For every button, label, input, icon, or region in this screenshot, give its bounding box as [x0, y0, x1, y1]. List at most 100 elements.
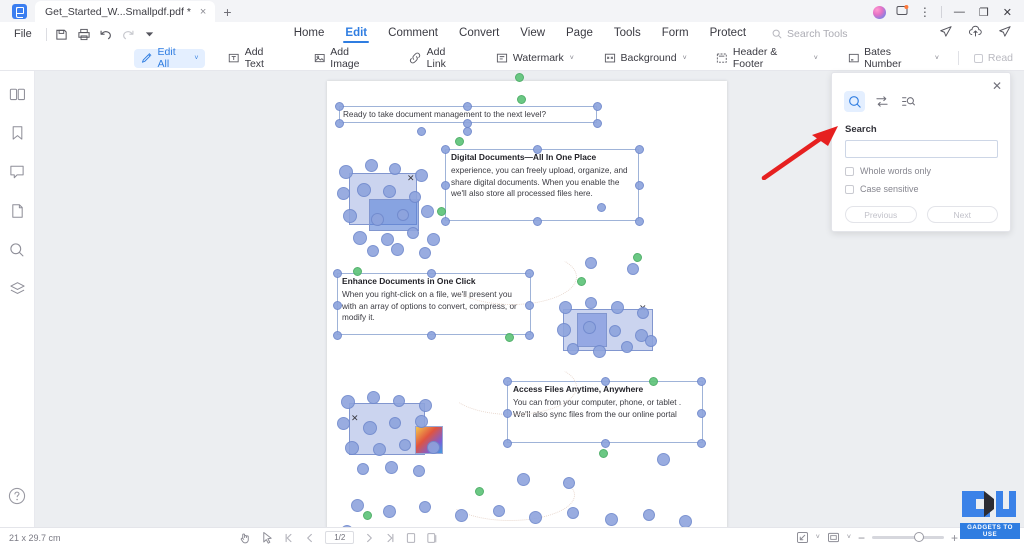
print-icon[interactable] — [73, 25, 95, 43]
selection-handle[interactable] — [525, 331, 534, 340]
anchor-point[interactable] — [567, 343, 579, 355]
chevron-down-icon[interactable]: ˅ — [816, 534, 820, 541]
fit-page-icon[interactable] — [796, 531, 809, 544]
page-number-input[interactable]: 1/2 — [325, 531, 355, 544]
anchor-point[interactable] — [371, 213, 384, 226]
search-input[interactable] — [845, 140, 998, 158]
zoom-slider[interactable] — [871, 532, 944, 542]
block-title[interactable]: Digital Documents—All In One Place — [451, 152, 639, 164]
rotate-handle[interactable] — [515, 73, 524, 82]
selection-handle[interactable] — [335, 102, 344, 111]
send-icon[interactable] — [998, 25, 1012, 43]
next-button[interactable]: Next — [926, 206, 998, 223]
sidebar-item-comments[interactable] — [7, 162, 27, 182]
anchor-point[interactable] — [585, 297, 597, 309]
bates-number-button[interactable]: Bates Number ˅ — [841, 46, 946, 70]
whole-words-only-checkbox[interactable]: Whole words only — [832, 166, 1010, 176]
close-icon[interactable]: × — [197, 6, 209, 18]
anchor-point[interactable] — [357, 463, 369, 475]
anchor-point[interactable] — [419, 247, 431, 259]
anchor-point[interactable] — [389, 163, 401, 175]
close-icon[interactable]: ✕ — [992, 79, 1002, 93]
selection-handle[interactable] — [635, 181, 644, 190]
add-text-button[interactable]: Add Text — [221, 46, 291, 70]
selection-handle[interactable] — [697, 409, 706, 418]
anchor-point[interactable] — [517, 473, 530, 486]
anchor-point[interactable] — [611, 301, 624, 314]
sidebar-item-attachments[interactable] — [7, 201, 27, 221]
selection-handle[interactable] — [333, 331, 342, 340]
rotate-handle[interactable] — [517, 95, 526, 104]
anchor-point[interactable] — [367, 391, 380, 404]
anchor-point[interactable] — [415, 415, 428, 428]
anchor-point[interactable] — [383, 505, 396, 518]
window-close-button[interactable]: ✕ — [1001, 6, 1014, 19]
selection-handle[interactable] — [441, 145, 450, 154]
selection-handle[interactable] — [427, 269, 436, 278]
selection-handle[interactable] — [417, 127, 426, 136]
message-icon[interactable] — [896, 5, 909, 19]
selection-handle[interactable] — [533, 217, 542, 226]
rotate-handle[interactable] — [475, 487, 484, 496]
anchor-point[interactable] — [363, 421, 377, 435]
selection-handle[interactable] — [635, 145, 644, 154]
anchor-point[interactable] — [413, 465, 425, 477]
add-image-button[interactable]: Add Image — [307, 46, 387, 70]
anchor-point[interactable] — [637, 307, 649, 319]
anchor-point[interactable] — [385, 461, 398, 474]
menu-item-form[interactable]: Form — [662, 27, 689, 42]
selection-handle[interactable] — [333, 269, 342, 278]
anchor-point[interactable] — [367, 245, 379, 257]
selection-handle[interactable] — [441, 181, 450, 190]
anchor-point[interactable] — [567, 507, 579, 519]
anchor-point[interactable] — [529, 511, 542, 524]
single-page-view-icon[interactable] — [405, 532, 417, 544]
rotate-handle[interactable] — [437, 207, 446, 216]
background-button[interactable]: Background ˅ — [597, 49, 694, 68]
selection-handle[interactable] — [503, 377, 512, 386]
anchor-point[interactable] — [643, 509, 655, 521]
anchor-point[interactable] — [337, 187, 350, 200]
anchor-point[interactable] — [357, 183, 371, 197]
selection-handle[interactable] — [441, 217, 450, 226]
menu-item-edit[interactable]: Edit — [343, 27, 369, 43]
rotate-handle[interactable] — [577, 277, 586, 286]
selection-handle[interactable] — [697, 439, 706, 448]
rotate-handle[interactable] — [505, 333, 514, 342]
selection-handle[interactable] — [593, 102, 602, 111]
anchor-point[interactable] — [373, 443, 386, 456]
quickaccess-dropdown-icon[interactable] — [139, 25, 161, 43]
sidebar-item-bookmarks[interactable] — [7, 123, 27, 143]
selection-handle[interactable] — [601, 377, 610, 386]
select-tool-icon[interactable] — [261, 531, 274, 544]
selection-handle[interactable] — [463, 127, 472, 136]
delete-marker-icon[interactable]: ✕ — [407, 173, 415, 184]
anchor-point[interactable] — [605, 513, 618, 526]
anchor-point[interactable] — [627, 263, 639, 275]
anchor-point[interactable] — [345, 441, 359, 455]
header-footer-button[interactable]: Header & Footer ˅ — [709, 46, 825, 70]
anchor-point[interactable] — [407, 227, 419, 239]
anchor-point[interactable] — [427, 233, 440, 246]
anchor-point[interactable] — [493, 505, 505, 517]
continuous-scroll-icon[interactable] — [426, 532, 438, 544]
anchor-point[interactable] — [339, 165, 353, 179]
anchor-point[interactable] — [409, 191, 421, 203]
anchor-point[interactable] — [559, 301, 572, 314]
anchor-point[interactable] — [389, 417, 401, 429]
anchor-point[interactable] — [399, 439, 411, 451]
more-options-icon[interactable]: ⋮ — [919, 6, 931, 18]
rotate-handle[interactable] — [353, 267, 362, 276]
chevron-down-icon[interactable]: ˅ — [847, 534, 851, 541]
new-tab-icon[interactable]: + — [215, 4, 239, 22]
selection-handle[interactable] — [601, 439, 610, 448]
first-page-button[interactable] — [283, 532, 295, 544]
image-selection[interactable] — [349, 403, 425, 455]
help-button[interactable] — [8, 487, 26, 510]
document-tab[interactable]: Get_Started_W...Smallpdf.pdf * × — [35, 1, 216, 22]
delete-marker-icon[interactable]: ✕ — [351, 413, 359, 424]
selection-handle[interactable] — [463, 102, 472, 111]
watermark-button[interactable]: Watermark ˅ — [489, 49, 581, 68]
maximize-button[interactable]: ❐ — [977, 6, 991, 19]
case-sensitive-checkbox[interactable]: Case sensitive — [832, 184, 1010, 194]
